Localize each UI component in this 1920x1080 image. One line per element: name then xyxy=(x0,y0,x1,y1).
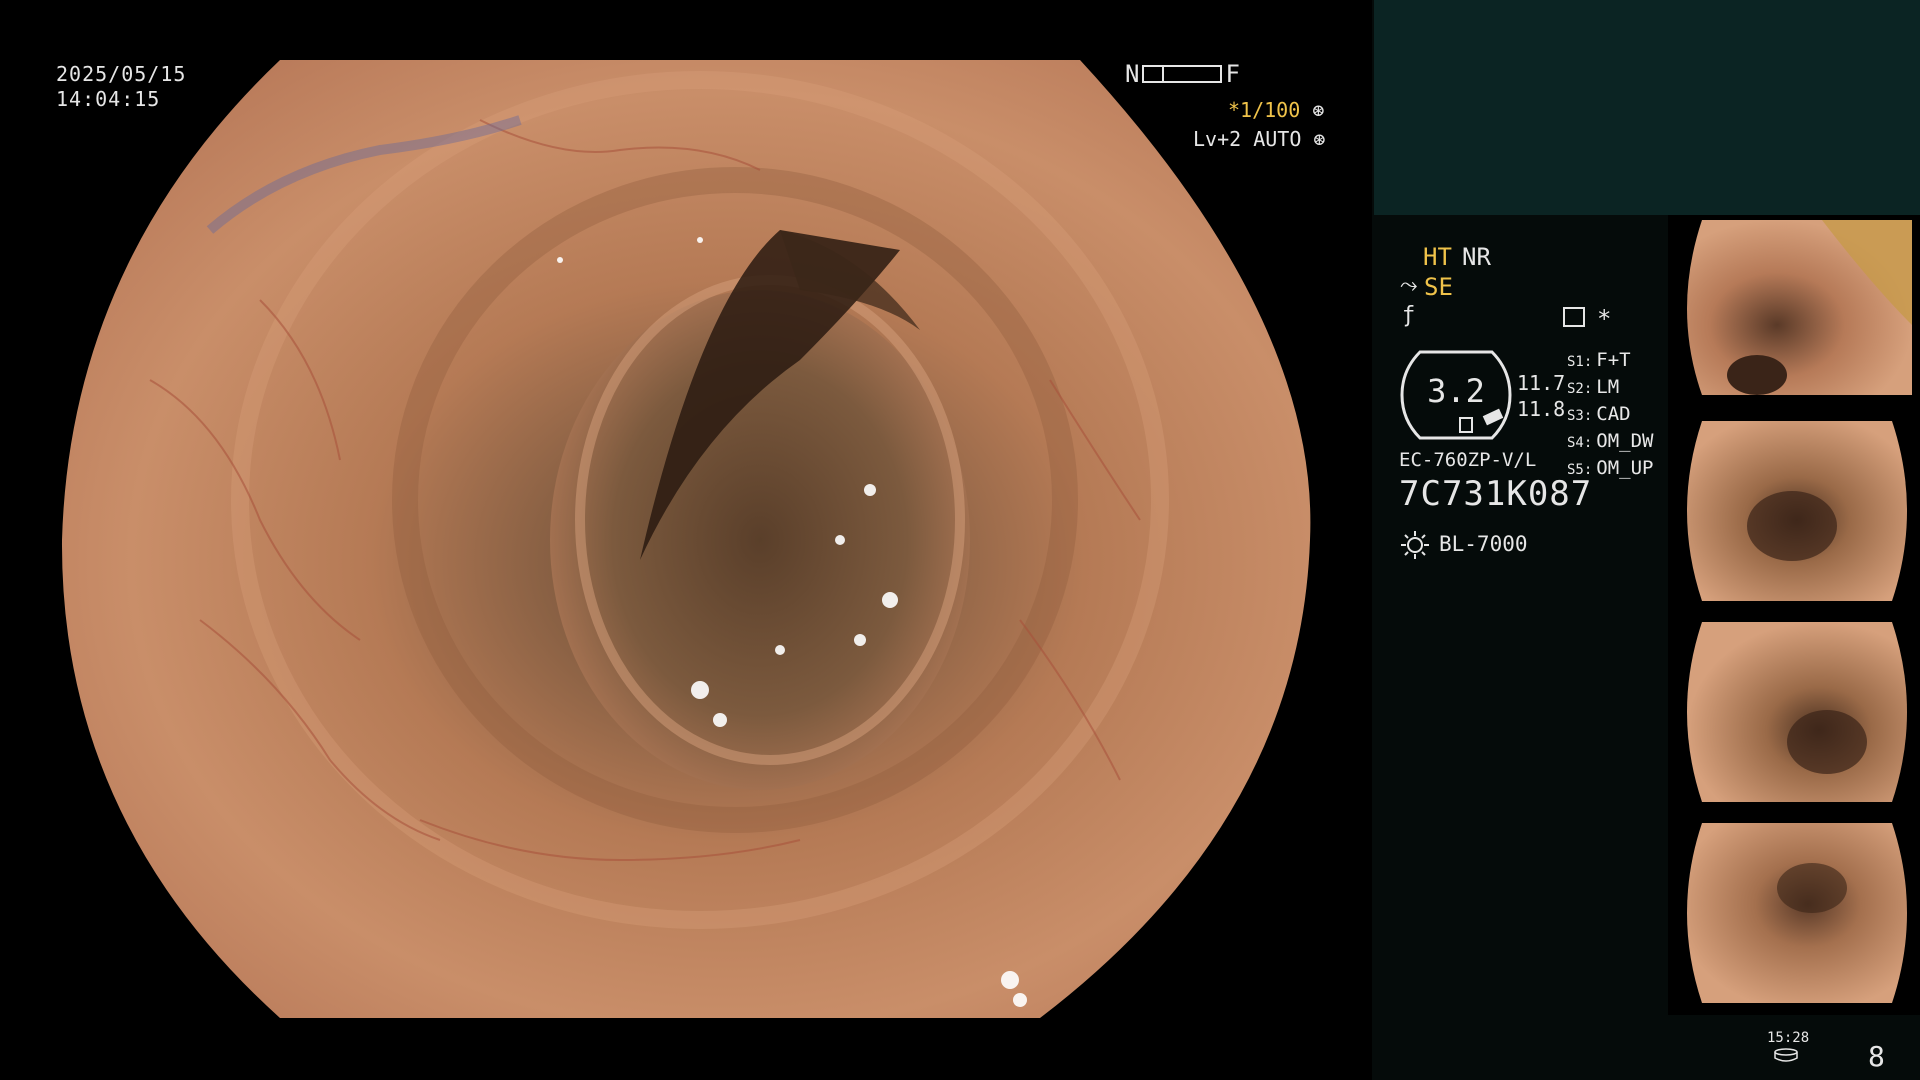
aperture-icon: ⊛ xyxy=(1312,98,1325,122)
counter-time: 15:28 xyxy=(1767,1030,1810,1046)
switch-value: OM_UP xyxy=(1596,457,1654,479)
captured-thumbnail[interactable] xyxy=(1672,818,1918,1008)
switch-row: S1: F+T xyxy=(1567,348,1654,375)
storage-icon xyxy=(1774,1048,1798,1062)
brightness-level: Lv+2 AUTO ⊛ xyxy=(1193,127,1325,151)
focus-bar xyxy=(1142,65,1223,83)
switch-row: S3: CAD xyxy=(1567,402,1654,429)
value-2: 11.8 xyxy=(1517,397,1566,421)
asterisk-mark: * xyxy=(1597,305,1612,333)
image-mode-icon xyxy=(1563,307,1585,327)
filter-icon: ƒ xyxy=(1402,303,1416,328)
light-source-icon xyxy=(1401,531,1429,559)
level-label: Lv+2 AUTO xyxy=(1193,127,1302,151)
switch-value: F+T xyxy=(1596,349,1631,371)
captured-thumbnail[interactable] xyxy=(1672,215,1918,405)
value-1: 11.7 xyxy=(1517,371,1566,395)
structure-enhance-icon: ⤳ xyxy=(1400,273,1418,298)
switch-key: S1: xyxy=(1567,354,1593,370)
image-counter: 8 xyxy=(1868,1040,1885,1073)
switch-key: S4: xyxy=(1567,435,1593,451)
endoscope-image xyxy=(0,0,1372,1080)
switch-row: S4: OM_DW xyxy=(1567,429,1654,456)
magnification-display: 3.2 xyxy=(1400,350,1512,440)
capture-date: 2025/05/15 xyxy=(56,62,187,86)
light-source-label: BL-7000 xyxy=(1439,532,1528,556)
switch-key: S2: xyxy=(1567,381,1593,397)
capture-time: 14:04:15 xyxy=(56,87,161,111)
info-header xyxy=(1374,0,1920,215)
switch-value: CAD xyxy=(1596,403,1631,425)
shutter-value: 1/100 xyxy=(1240,98,1301,122)
switch-row: S2: LM xyxy=(1567,375,1654,402)
nr-label: NR xyxy=(1462,243,1491,271)
shutter-prefix: * xyxy=(1228,98,1241,122)
scope-serial: 7C731K087 xyxy=(1399,474,1593,514)
ht-label: HT xyxy=(1423,243,1452,271)
switch-value: OM_DW xyxy=(1596,430,1654,452)
captured-thumbnail[interactable] xyxy=(1672,416,1918,606)
far-label: F xyxy=(1225,60,1240,88)
magnification-value: 3.2 xyxy=(1427,372,1485,410)
near-label: N xyxy=(1125,60,1140,88)
switch-key: S3: xyxy=(1567,408,1593,424)
captured-thumbnail[interactable] xyxy=(1672,617,1918,807)
scope-model: EC-760ZP-V/L xyxy=(1399,449,1537,471)
near-far-indicator: N F xyxy=(1125,60,1240,88)
se-label: SE xyxy=(1424,273,1453,301)
iris-icon: ⊛ xyxy=(1313,127,1326,151)
shutter-speed: *1/100 ⊛ xyxy=(1228,98,1324,122)
switch-list: S1: F+T S2: LM S3: CAD S4: OM_DW S5: OM_UP xyxy=(1567,348,1654,483)
endoscope-view: 2025/05/15 14:04:15 N F *1/100 ⊛ Lv+2 AU… xyxy=(0,0,1372,1080)
switch-value: LM xyxy=(1596,376,1620,398)
